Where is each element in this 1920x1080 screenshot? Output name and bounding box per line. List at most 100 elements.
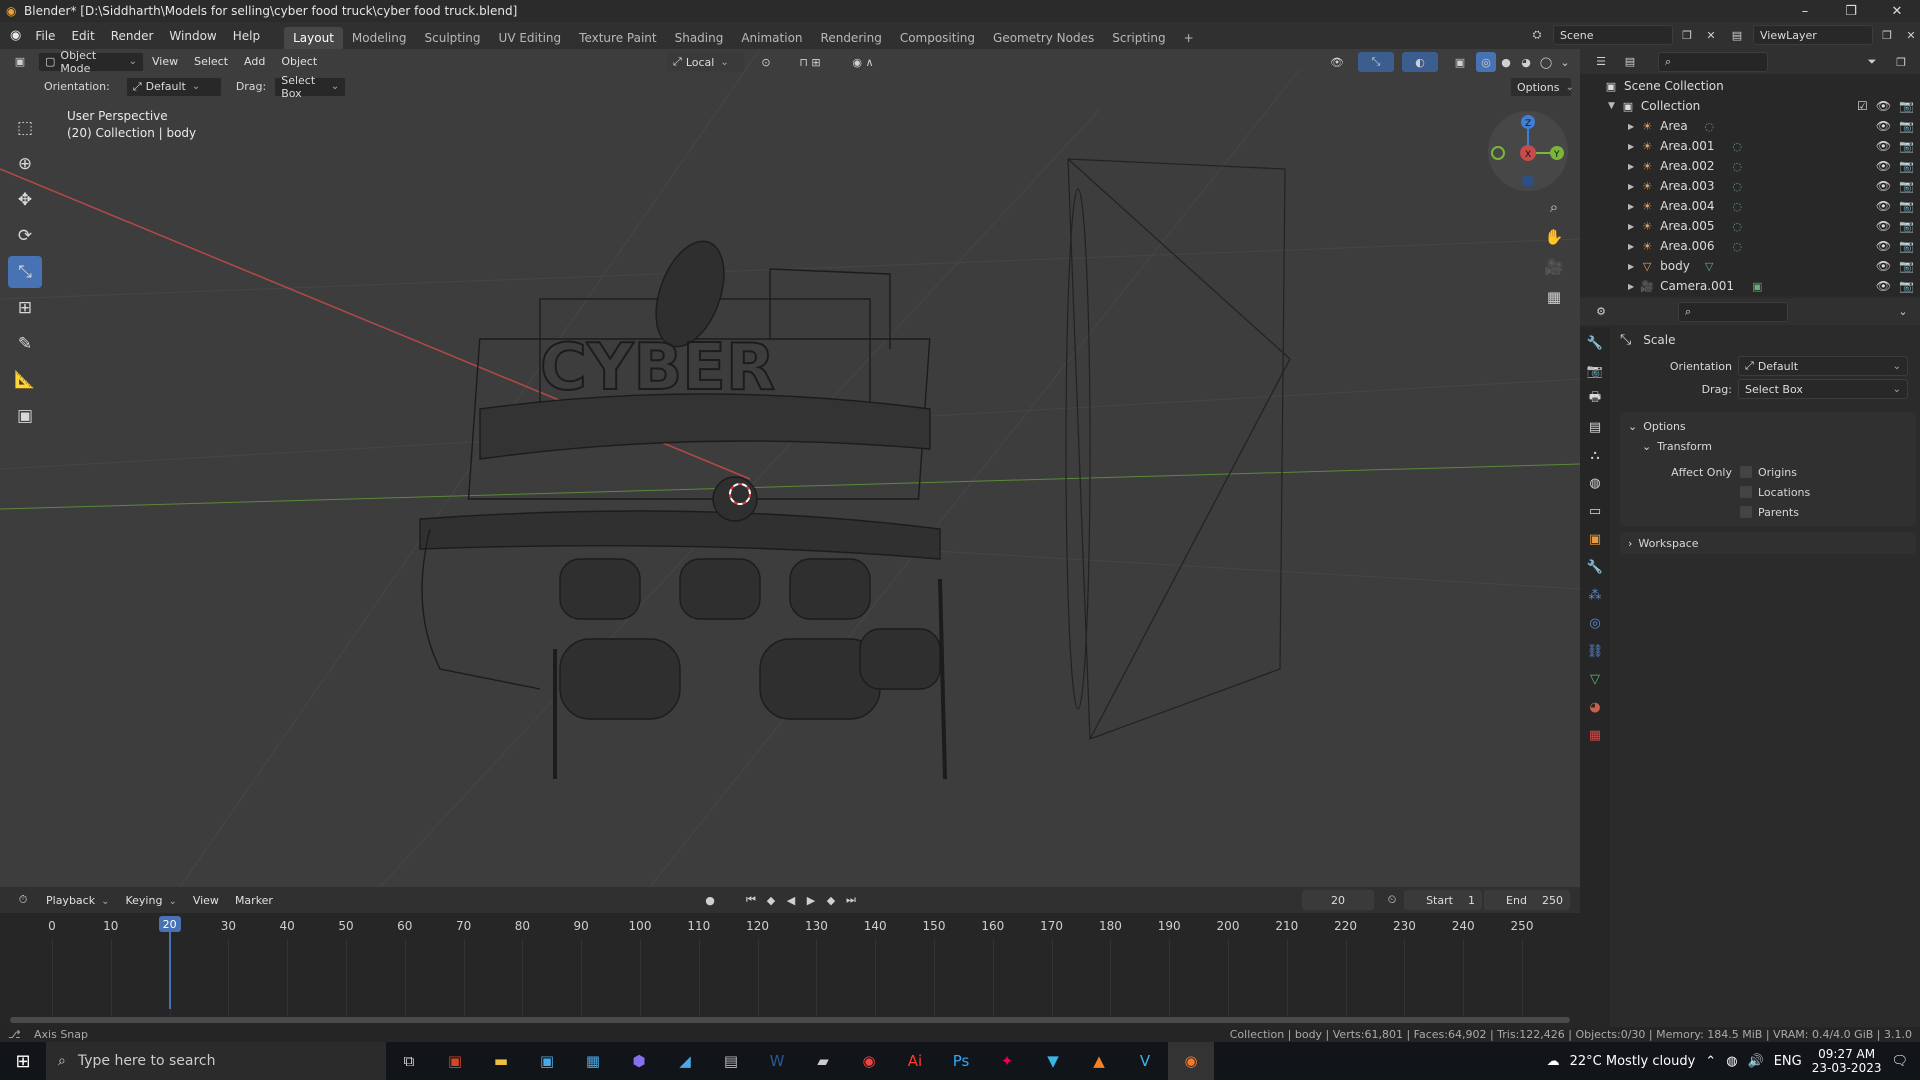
texture-tab-icon[interactable]: ▦ [1583,723,1607,747]
material-shading-icon[interactable]: ◕ [1516,52,1536,72]
expand-arrow-icon[interactable]: ▶ [1628,182,1634,191]
add-cube-tool-icon[interactable]: ▣ [8,400,42,432]
play-icon[interactable]: ▶ [802,890,820,910]
camera-render-icon[interactable]: 📷 [1899,99,1914,113]
tab-uv-editing[interactable]: UV Editing [490,27,571,49]
eye-icon[interactable]: 👁 [1876,279,1891,293]
xray-icon[interactable]: ▣ [1450,52,1470,72]
outliner-item[interactable]: ▶ ☀ Area.006 ◌ 👁 📷 [1580,236,1920,256]
move-tool-icon[interactable]: ✥ [8,184,42,216]
volume-icon[interactable]: 🔊 [1748,1054,1764,1069]
properties-options-icon[interactable]: ⌄ [1894,301,1912,321]
tray-expand-icon[interactable]: ⌃ [1705,1054,1716,1069]
camera-render-icon[interactable]: 📷 [1899,219,1914,233]
timeline-scrollbar[interactable] [10,1017,1570,1023]
photoshop-icon[interactable]: Ps [938,1042,984,1080]
store-icon[interactable]: ▦ [570,1042,616,1080]
file-explorer-icon[interactable]: ▬ [478,1042,524,1080]
network-icon[interactable]: ◍ [1726,1054,1737,1069]
editor-type-icon[interactable]: ▣ [6,52,34,72]
viewlayer-remove-icon[interactable]: ✕ [1901,25,1920,45]
menu-help[interactable]: Help [225,29,268,43]
drag-select[interactable]: Select Box [274,74,347,100]
tab-scripting[interactable]: Scripting [1103,27,1174,49]
expand-arrow-icon[interactable]: ▶ [1628,222,1634,231]
menu-file[interactable]: File [27,29,63,43]
menu-keying[interactable]: Keying [117,894,184,907]
render-tab-icon[interactable]: 📷 [1583,359,1607,383]
tab-shading[interactable]: Shading [666,27,733,49]
record-icon[interactable]: ● [696,890,724,910]
view-layer-tab-icon[interactable]: ▤ [1583,415,1607,439]
notification-icon[interactable]: 🗨 [1891,1054,1908,1069]
camera-render-icon[interactable]: 📷 [1899,159,1914,173]
scene-field[interactable]: Scene [1553,25,1673,45]
play-reverse-icon[interactable]: ◀ [782,890,800,910]
add-workspace-button[interactable]: + [1175,27,1203,49]
annotate-tool-icon[interactable]: ✎ [8,328,42,360]
eye-icon[interactable]: 👁 [1876,219,1891,233]
modifier-tab-icon[interactable]: 🔧 [1583,555,1607,579]
menu-render[interactable]: Render [103,29,162,43]
menu-marker[interactable]: Marker [227,894,281,907]
options-dropdown[interactable]: Options [1510,77,1572,97]
eye-icon[interactable]: 👁 [1876,259,1891,273]
particles-tab-icon[interactable]: ⁂ [1583,583,1607,607]
origins-checkbox[interactable] [1740,466,1752,478]
scene-tab-icon[interactable]: ⛬ [1583,443,1607,467]
output-tab-icon[interactable]: 🖶 [1583,387,1607,411]
app-icon[interactable]: ▰ [800,1042,846,1080]
pan-hand-icon[interactable]: ✋ [1542,225,1566,249]
camera-render-icon[interactable]: 📷 [1899,139,1914,153]
powerpoint-icon[interactable]: ▣ [432,1042,478,1080]
scene-browse-icon[interactable]: ⛭ [1525,25,1549,45]
app-icon[interactable]: ▼ [1030,1042,1076,1080]
viewlayer-field[interactable]: ViewLayer [1753,25,1873,45]
orientation-select[interactable]: ⤢ Default [125,76,222,97]
menu-view[interactable]: View [144,55,186,68]
expand-arrow-icon[interactable]: ▶ [1628,142,1634,151]
word-icon[interactable]: W [754,1042,800,1080]
camera-render-icon[interactable]: 📷 [1899,239,1914,253]
proportional-edit-icon[interactable]: ◉ ∧ [842,52,884,72]
3d-viewport[interactable]: CYBER ▣ ▢ Object Mode View Select Add Ob… [0,49,1580,887]
app-icon[interactable]: ▤ [708,1042,754,1080]
gizmo-toggle-icon[interactable]: ⤡ [1358,52,1394,72]
outliner-item[interactable]: ▶ ☀ Area.005 ◌ 👁 📷 [1580,216,1920,236]
outliner-item[interactable]: ▶ 🎥 Camera.001 ▣ 👁 📷 [1580,276,1920,296]
mode-select[interactable]: ▢ Object Mode [38,49,144,75]
tab-layout[interactable]: Layout [284,27,343,49]
timeline-area[interactable]: 0 10 20 30 40 50 60 70 80 90 100 110 120 130 140 150 160… [0,913,1580,1027]
zoom-icon[interactable]: ⌕ [1542,195,1566,219]
blender-taskbar-icon[interactable]: ◉ [1168,1042,1214,1080]
scene-remove-icon[interactable]: ✕ [1701,25,1721,45]
include-checkbox[interactable]: ☑ [1857,99,1868,113]
measure-tool-icon[interactable]: 📐 [8,364,42,396]
solid-shading-icon[interactable]: ● [1496,52,1516,72]
drag-prop-select[interactable]: Select Box [1738,379,1908,399]
jump-start-icon[interactable]: ⏮ [742,890,760,910]
world-tab-icon[interactable]: ◍ [1583,471,1607,495]
tab-sculpting[interactable]: Sculpting [416,27,490,49]
orientation-prop-select[interactable]: ⤢ Default [1738,356,1908,376]
camera-render-icon[interactable]: 📷 [1899,179,1914,193]
camera-render-icon[interactable]: 📷 [1899,279,1914,293]
filter-icon[interactable]: ⏷ [1860,52,1884,72]
display-mode-icon[interactable]: ▤ [1616,52,1644,72]
viewport-canvas[interactable]: CYBER [0,49,1580,887]
cursor-tool-icon[interactable]: ⊕ [8,148,42,180]
outliner-item[interactable]: ▶ ▽ body ▽ 👁 📷 [1580,256,1920,276]
expand-arrow-icon[interactable]: ▶ [1628,122,1634,131]
chrome-icon[interactable]: ◉ [846,1042,892,1080]
playhead-frame-label[interactable]: 20 [158,916,181,932]
workspace-panel-header[interactable]: › Workspace [1620,532,1916,554]
physics-tab-icon[interactable]: ◎ [1583,611,1607,635]
rotate-tool-icon[interactable]: ⟳ [8,220,42,252]
app-icon[interactable]: ⬢ [616,1042,662,1080]
timeline-editor-type-icon[interactable]: ⏱ [8,890,38,910]
next-keyframe-icon[interactable]: ◆ [822,890,840,910]
transform-tool-icon[interactable]: ⊞ [8,292,42,324]
expand-arrow-icon[interactable]: ▶ [1628,262,1634,271]
tab-rendering[interactable]: Rendering [812,27,891,49]
tab-geometry-nodes[interactable]: Geometry Nodes [984,27,1103,49]
